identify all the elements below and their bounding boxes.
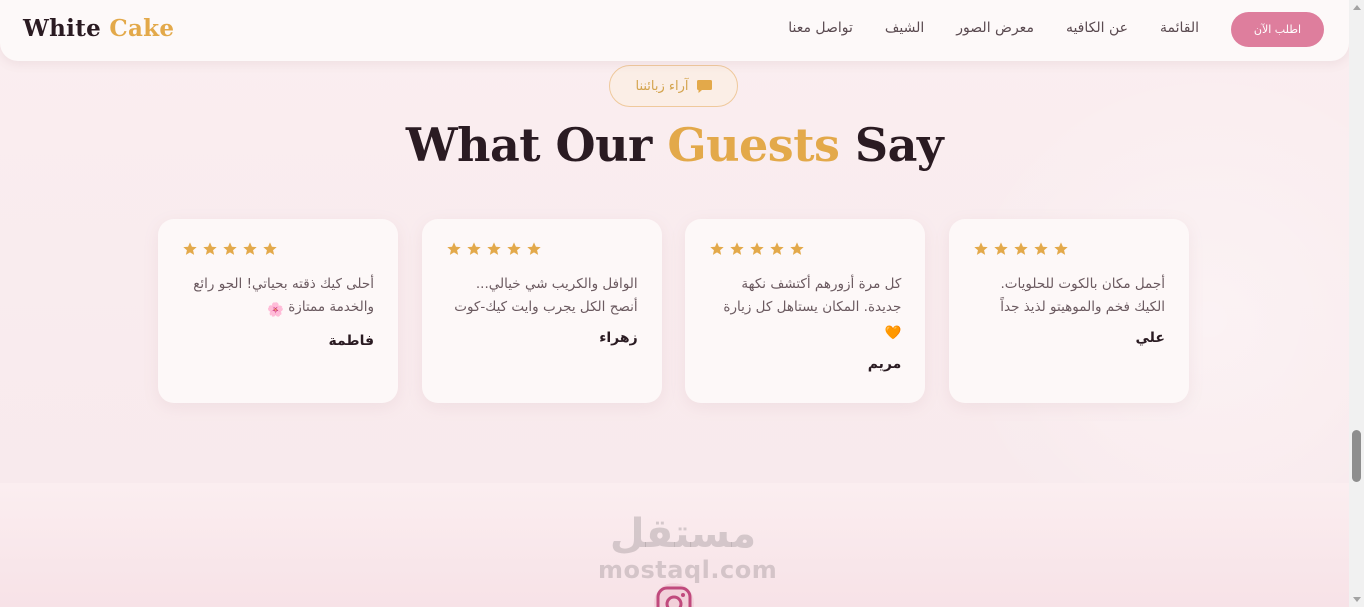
star-icon: [242, 241, 258, 257]
instagram-icon[interactable]: [653, 582, 695, 607]
title-part2: Say: [854, 118, 944, 172]
star-icon: [789, 241, 805, 257]
star-icon: [202, 241, 218, 257]
reviews-list: أجمل مكان بالكوت للحلويات. الكيك فخم وال…: [158, 219, 1189, 403]
watermark-arabic: مستقل: [609, 511, 757, 557]
star-icon: [506, 241, 522, 257]
nav-menu[interactable]: القائمة: [1160, 20, 1199, 36]
title-part1: What Our: [405, 118, 652, 172]
star-rating: [182, 241, 374, 257]
review-text: كل مرة أزورهم أكتشف نكهة جديدة. المكان ي…: [709, 273, 901, 345]
section-title: What Our Guests Say: [0, 118, 1349, 172]
reviewer-name: زهراء: [599, 330, 638, 346]
logo[interactable]: White Cake: [23, 15, 174, 42]
star-icon: [222, 241, 238, 257]
nav-chef[interactable]: الشيف: [885, 20, 924, 36]
page: White Cake تواصل معنا الشيف معرض الصور ع…: [0, 0, 1349, 607]
review-text: أحلى كيك ذقته بحياتي! الجو رائع والخدمة …: [182, 273, 374, 322]
chat-bubble-icon: [696, 79, 712, 93]
navbar: White Cake تواصل معنا الشيف معرض الصور ع…: [0, 0, 1349, 61]
reviews-badge: آراء زبائننا: [609, 65, 738, 107]
star-icon: [729, 241, 745, 257]
star-rating: [709, 241, 901, 257]
nav-about[interactable]: عن الكافيه: [1066, 20, 1128, 36]
nav-gallery[interactable]: معرض الصور: [956, 20, 1034, 36]
reviewer-name: مريم: [867, 356, 902, 372]
scroll-thumb[interactable]: [1352, 430, 1361, 482]
star-icon: [486, 241, 502, 257]
star-icon: [973, 241, 989, 257]
reviewer-name: علي: [1135, 330, 1165, 346]
star-icon: [1013, 241, 1029, 257]
scroll-up-arrow-icon[interactable]: [1353, 5, 1361, 10]
star-icon: [1053, 241, 1069, 257]
title-accent: Guests: [667, 118, 840, 172]
star-icon: [182, 241, 198, 257]
watermark-latin: mostaql.com: [598, 556, 778, 584]
star-icon: [749, 241, 765, 257]
star-icon: [993, 241, 1009, 257]
review-card: أحلى كيك ذقته بحياتي! الجو رائع والخدمة …: [158, 219, 398, 403]
reviews-badge-label: آراء زبائننا: [635, 78, 689, 94]
star-rating: [973, 241, 1165, 257]
logo-main: White: [23, 15, 102, 42]
reviewer-name: فاطمة: [328, 333, 375, 349]
order-now-button[interactable]: اطلب الآن: [1231, 12, 1324, 47]
flower-emoji: 🌸: [267, 302, 284, 318]
heart-emoji: 🧡: [884, 325, 902, 341]
star-icon: [262, 241, 278, 257]
nav-contact[interactable]: تواصل معنا: [788, 20, 853, 36]
scroll-down-arrow-icon[interactable]: [1353, 597, 1361, 602]
review-text: أجمل مكان بالكوت للحلويات. الكيك فخم وال…: [1000, 276, 1165, 315]
star-rating: [446, 241, 638, 257]
review-card: الوافل والكريب شي خيالي... أنصح الكل يجر…: [421, 219, 662, 403]
star-icon: [1033, 241, 1049, 257]
star-icon: [769, 241, 785, 257]
review-card: أجمل مكان بالكوت للحلويات. الكيك فخم وال…: [948, 219, 1189, 403]
star-icon: [526, 241, 542, 257]
star-icon: [446, 241, 462, 257]
review-text: الوافل والكريب شي خيالي... أنصح الكل يجر…: [454, 276, 638, 315]
review-card: كل مرة أزورهم أكتشف نكهة جديدة. المكان ي…: [685, 219, 926, 403]
vertical-scrollbar[interactable]: [1349, 0, 1364, 607]
star-icon: [466, 241, 482, 257]
nav-links: تواصل معنا الشيف معرض الصور عن الكافيه ا…: [788, 20, 1199, 36]
logo-accent: Cake: [109, 15, 175, 42]
star-icon: [709, 241, 725, 257]
